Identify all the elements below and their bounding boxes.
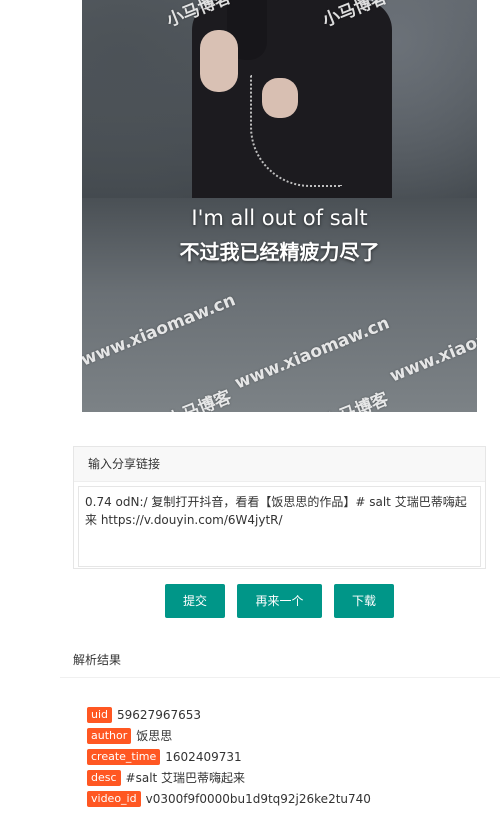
video-subtitle-cn: 不过我已经精疲力尽了	[179, 240, 380, 264]
again-button[interactable]: 再来一个	[237, 584, 322, 618]
panel-header: 输入分享链接	[74, 447, 485, 482]
result-value: 饭思思	[136, 729, 173, 743]
video-subtitle-en: I'm all out of salt	[191, 206, 368, 230]
panel-body: 0.74 odN:/ 复制打开抖音，看看【饭思思的作品】# salt 艾瑞巴蒂嗨…	[74, 482, 485, 571]
result-label: uid	[87, 706, 113, 723]
share-link-input[interactable]: 0.74 odN:/ 复制打开抖音，看看【饭思思的作品】# salt 艾瑞巴蒂嗨…	[78, 486, 481, 567]
share-link-panel: 输入分享链接 0.74 odN:/ 复制打开抖音，看看【饭思思的作品】# sal…	[73, 446, 486, 569]
result-title: 解析结果	[73, 653, 122, 667]
result-value: v0300f9f0000bu1d9tq92j26ke2tu740	[145, 791, 371, 806]
result-row-video-id: video_id v0300f9f0000bu1d9tq92j26ke2tu74…	[87, 788, 371, 809]
result-label: video_id	[87, 790, 141, 807]
result-label: author	[87, 727, 132, 744]
result-value: 1602409731	[165, 749, 242, 764]
result-row-create-time: create_time 1602409731	[87, 746, 371, 767]
divider	[60, 677, 500, 678]
video-player[interactable]: I'm all out of salt 不过我已经精疲力尽了 小马博客 www.…	[82, 0, 477, 412]
action-buttons: 提交 再来一个 下载	[165, 584, 394, 618]
result-label: desc	[87, 769, 121, 786]
video-figure-hand-left	[200, 30, 238, 92]
video-lower-background	[82, 198, 477, 412]
result-value: 59627967653	[117, 707, 201, 722]
download-button[interactable]: 下载	[334, 584, 394, 618]
result-row-author: author 饭思思	[87, 725, 371, 746]
result-list: uid 59627967653 author 饭思思 create_time 1…	[87, 704, 371, 809]
submit-button[interactable]: 提交	[165, 584, 225, 618]
result-value: #salt 艾瑞巴蒂嗨起来	[125, 771, 246, 785]
result-row-uid: uid 59627967653	[87, 704, 371, 725]
result-row-desc: desc #salt 艾瑞巴蒂嗨起来	[87, 767, 371, 788]
result-label: create_time	[87, 748, 161, 765]
